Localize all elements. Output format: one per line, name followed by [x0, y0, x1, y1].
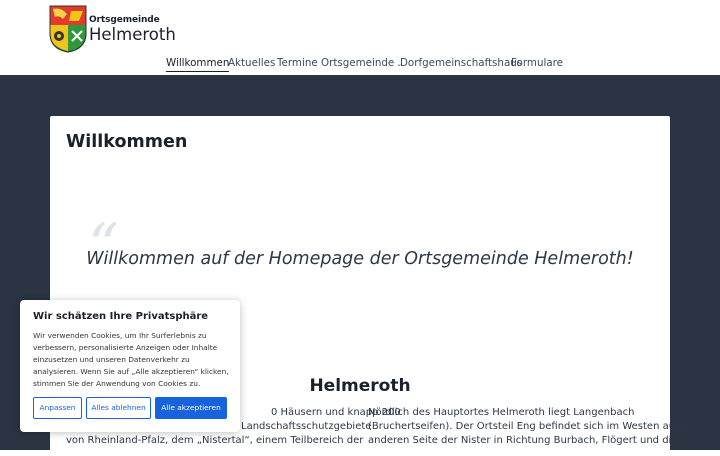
site-header: Ortsgemeinde Helmeroth Willkommen Aktuel…: [0, 0, 720, 75]
nav-item-willkommen[interactable]: Willkommen: [166, 55, 230, 72]
reject-all-button[interactable]: Alles ablehnen: [86, 397, 151, 419]
accept-all-button[interactable]: Alle akzeptieren: [155, 397, 227, 419]
cookie-description: Wir verwenden Cookies, um Ihr Surferlebn…: [33, 331, 229, 388]
nav-item-formulare[interactable]: Formulare: [511, 55, 563, 71]
site-logo[interactable]: Ortsgemeinde Helmeroth: [49, 5, 176, 53]
nav-item-aktuelles[interactable]: Aktuelles: [228, 55, 275, 71]
cookie-consent-banner: Wir schätzen Ihre Privatsphäre Wir verwe…: [20, 300, 240, 432]
page-title: Willkommen: [66, 132, 188, 152]
paragraph-line: (Bruchertseifen). Der Ortsteil Eng befin…: [368, 421, 699, 432]
logo-title: Helmeroth: [89, 25, 176, 44]
nav-item-dorfgemeinschaftshaus[interactable]: Dorfgemeinschaftshaus: [400, 55, 522, 71]
nav-item-termine[interactable]: Termine: [277, 55, 318, 71]
coat-of-arms-icon: [49, 5, 87, 53]
customize-button[interactable]: Anpassen: [33, 397, 82, 419]
text-column-right: Nördlich des Hauptortes Helmeroth liegt …: [368, 406, 698, 448]
paragraph-line: anderen Seite der Nister in Richtung Bur…: [368, 435, 678, 446]
nav-item-ortsgemeinde[interactable]: Ortsgemeinde ⌄: [321, 55, 402, 72]
logo-subtitle: Ortsgemeinde: [89, 15, 160, 25]
welcome-quote: Willkommen auf der Homepage der Ortsgeme…: [86, 249, 634, 269]
main-navigation: Willkommen Aktuelles Termine Ortsgemeind…: [0, 55, 720, 72]
nav-item-ortsgemeinde-label: Ortsgemeinde: [321, 57, 395, 69]
paragraph-line: von Rheinland-Pfalz, dem „Nistertal“, ei…: [66, 435, 364, 446]
paragraph-line: Nördlich des Hauptortes Helmeroth liegt …: [368, 407, 635, 418]
cookie-title: Wir schätzen Ihre Privatsphäre: [33, 311, 209, 322]
